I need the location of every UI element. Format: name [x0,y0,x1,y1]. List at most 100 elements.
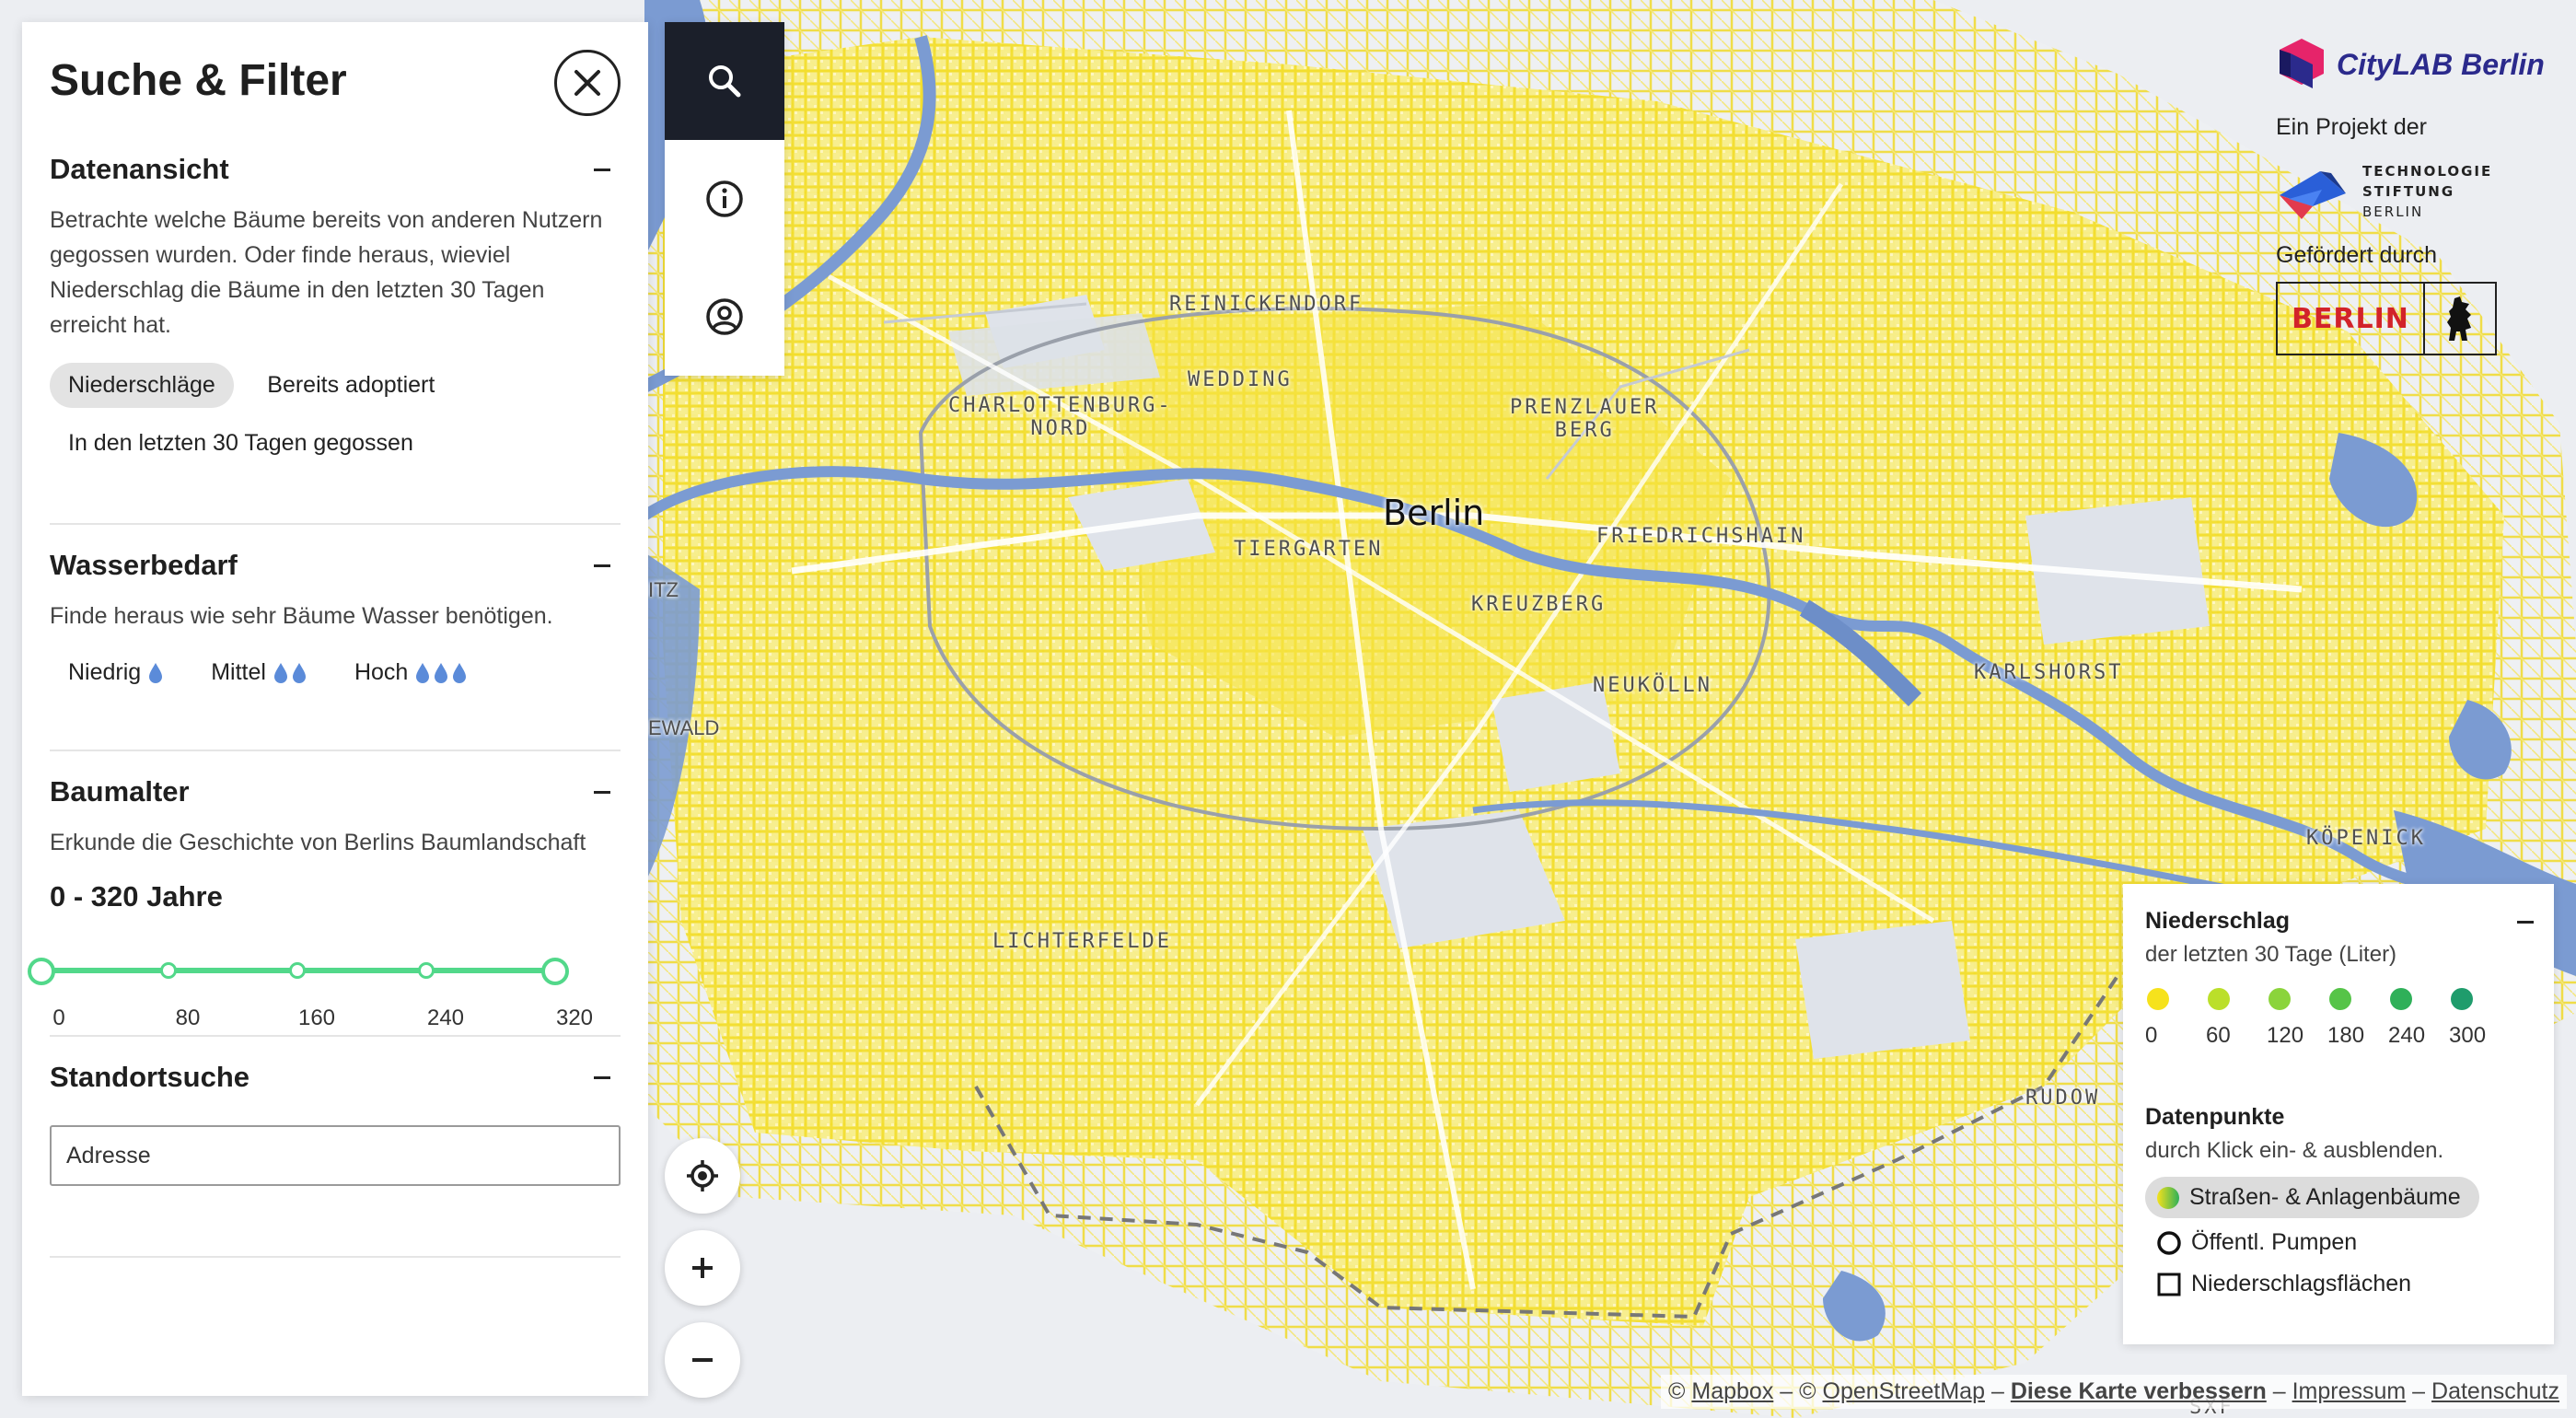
scale-dot [2451,988,2473,1010]
divider [50,523,621,525]
copyright-symbol: © [1668,1378,1692,1404]
section-title-tree-age: Baumalter [50,775,190,808]
scale-dot [2147,988,2169,1010]
slider-tick-dot [289,962,306,979]
water-option-low-label: Niedrig [68,659,142,685]
water-option-medium[interactable]: Mittel [192,652,325,693]
slider-handle-max[interactable] [541,958,569,985]
separator: – [2272,1378,2292,1404]
datenschutz-link[interactable]: Datenschutz [2431,1378,2559,1404]
partner-logos: CityLAB Berlin Ein Projekt der TECHNOLOG… [2276,37,2561,355]
citylab-logo[interactable]: CityLAB Berlin [2276,37,2561,92]
age-tick-label: 80 [175,1005,201,1030]
ts-line: STIFTUNG [2362,183,2455,200]
collapse-tree-age-button[interactable] [584,773,621,810]
scale-step: 300 [2449,988,2510,1049]
minus-icon [594,790,610,794]
water-drop-icon [416,662,430,683]
water-drop-icons [148,662,163,684]
water-drop-icons [273,662,307,684]
datapoint-toggle-pumps[interactable]: Öffentl. Pumpen [2145,1229,2532,1256]
berlin-logo[interactable]: BERLIN [2276,282,2497,355]
bear-icon [2447,296,2471,341]
slider-handle-min[interactable] [28,958,55,985]
water-need-description: Finde heraus wie sehr Bäume Wasser benöt… [50,603,553,629]
section-location: Standortsuche [50,1059,621,1186]
divider [50,1035,621,1037]
section-water-need: Wasserbedarf Finde heraus wie sehr Bäume… [50,547,621,693]
water-drop-icon [453,662,467,683]
scale-step: 60 [2206,988,2267,1049]
close-icon [574,70,600,96]
district-label-tiergarten: TIERGARTEN [1234,538,1384,561]
option-watered-30-days[interactable]: In den letzten 30 Tagen gegossen [50,421,432,466]
scale-value: 120 [2267,1023,2304,1048]
technologiestiftung-logo[interactable]: TECHNOLOGIE STIFTUNG BERLIN [2276,161,2561,222]
tree-age-description: Erkunde die Geschichte von Berlins Bauml… [50,830,586,855]
locate-icon [687,1160,718,1191]
option-adopted[interactable]: Bereits adoptiert [249,363,453,408]
section-tree-age: Baumalter Erkunde die Geschichte von Ber… [50,773,621,913]
user-button[interactable] [665,258,784,376]
edge-label-ewald: ewald [648,716,720,739]
precip-legend-title: Niederschlag [2145,908,2291,934]
data-view-description: Betrachte welche Bäume bereits von ander… [50,207,603,338]
zoom-in-button[interactable] [665,1230,740,1306]
precip-scale: 0 60 120 180 240 300 [2145,988,2532,1049]
option-precipitation[interactable]: Niederschläge [50,363,234,408]
datapoint-label: Straßen- & Anlagenbäume [2189,1184,2461,1210]
slider-tick-dot [160,962,177,979]
ts-line: BERLIN [2362,203,2424,220]
water-drop-icon [435,662,448,683]
address-search-input[interactable] [50,1125,621,1186]
scale-dot [2208,988,2230,1010]
square-outline-icon [2157,1273,2181,1296]
citylab-text: CityLAB Berlin [2337,47,2545,81]
scale-dot [2269,988,2291,1010]
district-label-karlshorst: KARLSHORST [1974,661,2124,684]
water-drop-icons [415,662,467,684]
age-range-slider[interactable] [28,952,593,989]
impressum-link[interactable]: Impressum [2292,1378,2407,1404]
filter-sidebar: Suche & Filter Datenansicht Betrachte we… [22,22,648,1396]
sidebar-title: Suche & Filter [50,56,347,105]
locate-button[interactable] [665,1138,740,1214]
edge-label-itz: itz [648,578,679,601]
pump-circle-icon [2157,1230,2181,1255]
improve-map-link[interactable]: Diese Karte verbessern [2011,1378,2267,1404]
mapbox-link[interactable]: Mapbox [1691,1378,1773,1404]
water-option-high[interactable]: Hoch [336,652,485,693]
citylab-logo-icon [2280,39,2324,88]
datapoint-toggle-precip-areas[interactable]: Niederschlagsflächen [2145,1271,2532,1297]
scale-step: 0 [2145,988,2206,1049]
water-option-low[interactable]: Niedrig [50,652,181,693]
user-icon [706,298,743,335]
datapoints-title: Datenpunkte [2145,1104,2285,1130]
zoom-out-button[interactable] [665,1322,740,1398]
collapse-legend-button[interactable] [2517,921,2534,924]
scale-value: 0 [2145,1023,2158,1048]
datapoint-toggle-trees[interactable]: Straßen- & Anlagenbäume [2145,1177,2479,1218]
district-label-neukolln: NEUKÖLLN [1593,674,1712,697]
water-option-medium-label: Mittel [211,659,266,685]
collapse-location-button[interactable] [584,1059,621,1096]
scale-dot [2329,988,2351,1010]
age-tick-label: 160 [297,1005,336,1030]
osm-link[interactable]: OpenStreetMap [1823,1378,1986,1404]
water-drop-icon [149,662,163,683]
info-icon [706,180,743,217]
berlin-wordmark: BERLIN [2292,302,2409,335]
district-label-kopenick: KÖPENICK [2306,827,2426,850]
map-legend: Niederschlag der letzten 30 Tage (Liter)… [2123,884,2554,1344]
collapse-data-view-button[interactable] [584,151,621,188]
age-tick-label: 240 [426,1005,465,1030]
section-title-water-need: Wasserbedarf [50,549,238,581]
close-sidebar-button[interactable] [554,50,621,116]
collapse-water-need-button[interactable] [584,547,621,584]
search-button[interactable] [665,22,784,140]
district-label-lichterfelde: LICHTERFELDE [992,930,1172,953]
datapoint-label: Niederschlagsflächen [2191,1271,2412,1296]
age-tick-label: 320 [555,1005,594,1030]
info-button[interactable] [665,140,784,258]
berlin-bear-icon [2423,284,2495,354]
